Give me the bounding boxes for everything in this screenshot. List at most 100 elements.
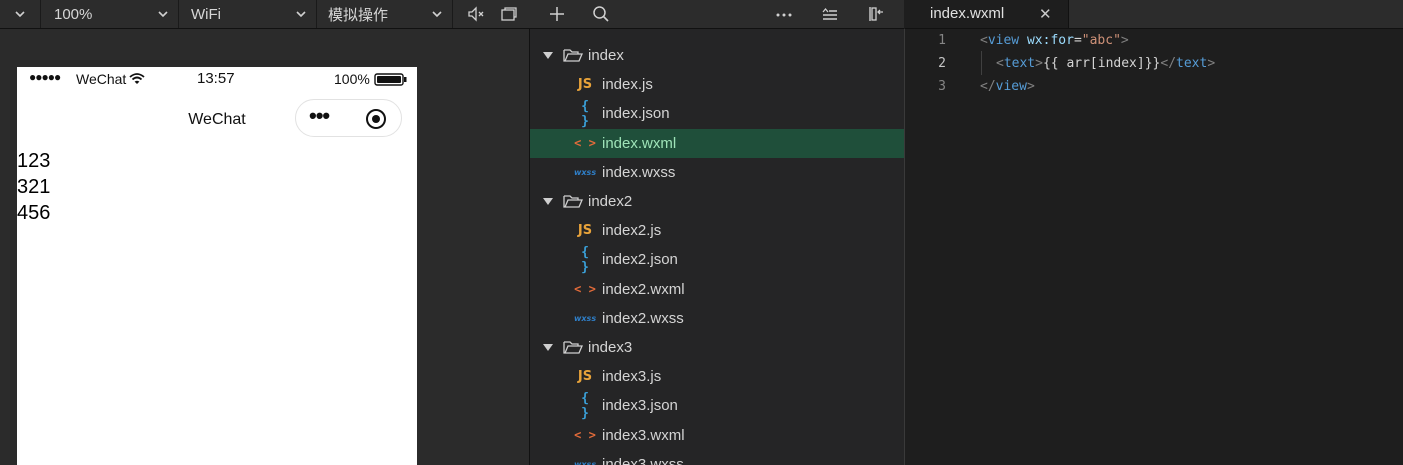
- file-index3-json[interactable]: { } index3.json: [530, 390, 904, 421]
- code-token: >: [1207, 56, 1216, 71]
- expand-arrow-icon: [543, 52, 553, 59]
- folder-index[interactable]: index: [530, 41, 904, 70]
- code-token: text: [1176, 56, 1208, 71]
- line-number: 1: [938, 33, 946, 48]
- tab-title: index.wxml: [930, 5, 1005, 22]
- folder-open-icon: [563, 195, 583, 208]
- code-token: view: [995, 79, 1027, 94]
- file-name: index2.wxml: [602, 280, 685, 298]
- file-name: index.json: [602, 105, 670, 123]
- code-token: >: [1035, 56, 1043, 71]
- code-line[interactable]: <view wx:for="abc">: [980, 33, 1129, 48]
- file-name: index3.wxml: [602, 426, 685, 444]
- code-token: <: [980, 33, 988, 48]
- folder-index2[interactable]: index2: [530, 187, 904, 216]
- code-token: >: [1026, 79, 1035, 94]
- code-token: "abc": [1081, 33, 1121, 48]
- file-name: index3.json: [602, 397, 678, 415]
- expand-arrow-icon: [543, 198, 553, 205]
- code-token: =: [1073, 33, 1082, 48]
- file-name: index2.wxss: [602, 309, 684, 327]
- file-index2-wxml[interactable]: < > index2.wxml: [530, 275, 904, 304]
- zoom-dropdown[interactable]: 100%: [41, 0, 179, 28]
- file-index-wxss[interactable]: wxss index.wxss: [530, 158, 904, 187]
- code-line[interactable]: <text>{{ arr[index]}}</text>: [996, 56, 1215, 71]
- wxml-file-icon: < >: [574, 428, 596, 443]
- file-index3-js[interactable]: JS index3.js: [530, 362, 904, 391]
- window-mode-icon[interactable]: [499, 4, 519, 24]
- add-icon[interactable]: [547, 4, 567, 24]
- battery-icon: [374, 73, 407, 86]
- network-dropdown[interactable]: WiFi: [179, 0, 317, 28]
- capsule-button[interactable]: •••: [295, 99, 402, 137]
- code-editor[interactable]: 1 <view wx:for="abc"> 2 <text>{{ arr[index]…: [905, 29, 1403, 465]
- file-name: index2.json: [602, 251, 678, 269]
- js-file-icon: JS: [577, 369, 593, 385]
- file-index3-wxml[interactable]: < > index3.wxml: [530, 421, 904, 450]
- device-dropdown[interactable]: [0, 0, 41, 28]
- wxss-file-icon: wxss: [574, 167, 597, 177]
- battery-percent: 100%: [334, 71, 370, 87]
- more-icon[interactable]: •••: [309, 104, 330, 128]
- folder-open-icon: [563, 49, 583, 62]
- explorer-toolbar: [530, 0, 904, 29]
- chevron-down-icon: [15, 11, 25, 18]
- file-explorer: index JS index.js { } index.json < > index.wxm…: [530, 29, 905, 465]
- file-name: index3.wxss: [602, 455, 684, 465]
- file-name: index.js: [602, 76, 653, 94]
- list-item: 321: [17, 176, 51, 198]
- mute-icon[interactable]: [466, 4, 486, 24]
- wxml-file-icon: < >: [574, 136, 596, 151]
- code-token: </: [1160, 56, 1177, 71]
- signal-dots: ●●●●●: [29, 70, 61, 84]
- expand-arrow-icon: [543, 344, 553, 351]
- code-token: <: [996, 56, 1004, 71]
- json-file-icon: { }: [581, 244, 589, 275]
- file-index-js[interactable]: JS index.js: [530, 70, 904, 99]
- file-index-json[interactable]: { } index.json: [530, 99, 904, 129]
- line-number: 2: [938, 56, 946, 71]
- file-index2-wxss[interactable]: wxss index2.wxss: [530, 304, 904, 333]
- phone-screen[interactable]: ●●●●● WeChat 13:57 100% WeChat ••• 123 3…: [17, 67, 417, 465]
- network-value: WiFi: [191, 5, 221, 23]
- folder-name: index3: [588, 339, 633, 356]
- code-token: view: [987, 33, 1020, 48]
- file-index3-wxss[interactable]: wxss index3.wxss: [530, 450, 904, 465]
- more-options-icon[interactable]: [774, 4, 794, 24]
- line-number: 3: [938, 79, 946, 94]
- file-index-wxml[interactable]: < > index.wxml: [530, 128, 904, 158]
- file-index2-json[interactable]: { } index2.json: [530, 244, 904, 275]
- simulate-action-dropdown[interactable]: 模拟操作: [317, 0, 453, 28]
- folder-index3[interactable]: index3: [530, 333, 904, 362]
- status-time: 13:57: [197, 70, 235, 87]
- wxss-file-icon: wxss: [574, 459, 597, 465]
- hide-panel-icon[interactable]: [866, 4, 886, 24]
- code-token: wx:for: [1026, 33, 1074, 48]
- chevron-down-icon: [432, 11, 442, 18]
- tab-index-wxml[interactable]: index.wxml ✕: [905, 0, 1069, 28]
- close-target-icon[interactable]: [365, 108, 387, 130]
- indent-guide: [981, 51, 982, 75]
- code-token: >: [1120, 33, 1129, 48]
- wxss-file-icon: wxss: [574, 313, 597, 323]
- file-name: index2.js: [602, 222, 662, 240]
- folder-name: index: [588, 47, 624, 64]
- simulator-toolbar: 100% WiFi 模拟操作: [0, 0, 530, 29]
- search-icon[interactable]: [591, 4, 611, 24]
- zoom-value: 100%: [54, 5, 93, 23]
- code-token: </: [980, 79, 996, 94]
- wifi-icon: [129, 73, 145, 84]
- code-line[interactable]: </view>: [980, 79, 1035, 94]
- close-icon[interactable]: ✕: [1039, 5, 1052, 23]
- list-item: 123: [17, 150, 51, 172]
- json-file-icon: { }: [581, 390, 589, 421]
- carrier-label: WeChat: [76, 71, 127, 87]
- file-name: index.wxml: [602, 134, 677, 152]
- code-token: text: [1003, 56, 1036, 71]
- collapse-all-icon[interactable]: [820, 4, 840, 24]
- folder-name: index2: [588, 193, 633, 210]
- js-file-icon: JS: [577, 223, 593, 239]
- code-token: {{ arr[index]}}: [1042, 56, 1161, 71]
- file-index2-js[interactable]: JS index2.js: [530, 216, 904, 245]
